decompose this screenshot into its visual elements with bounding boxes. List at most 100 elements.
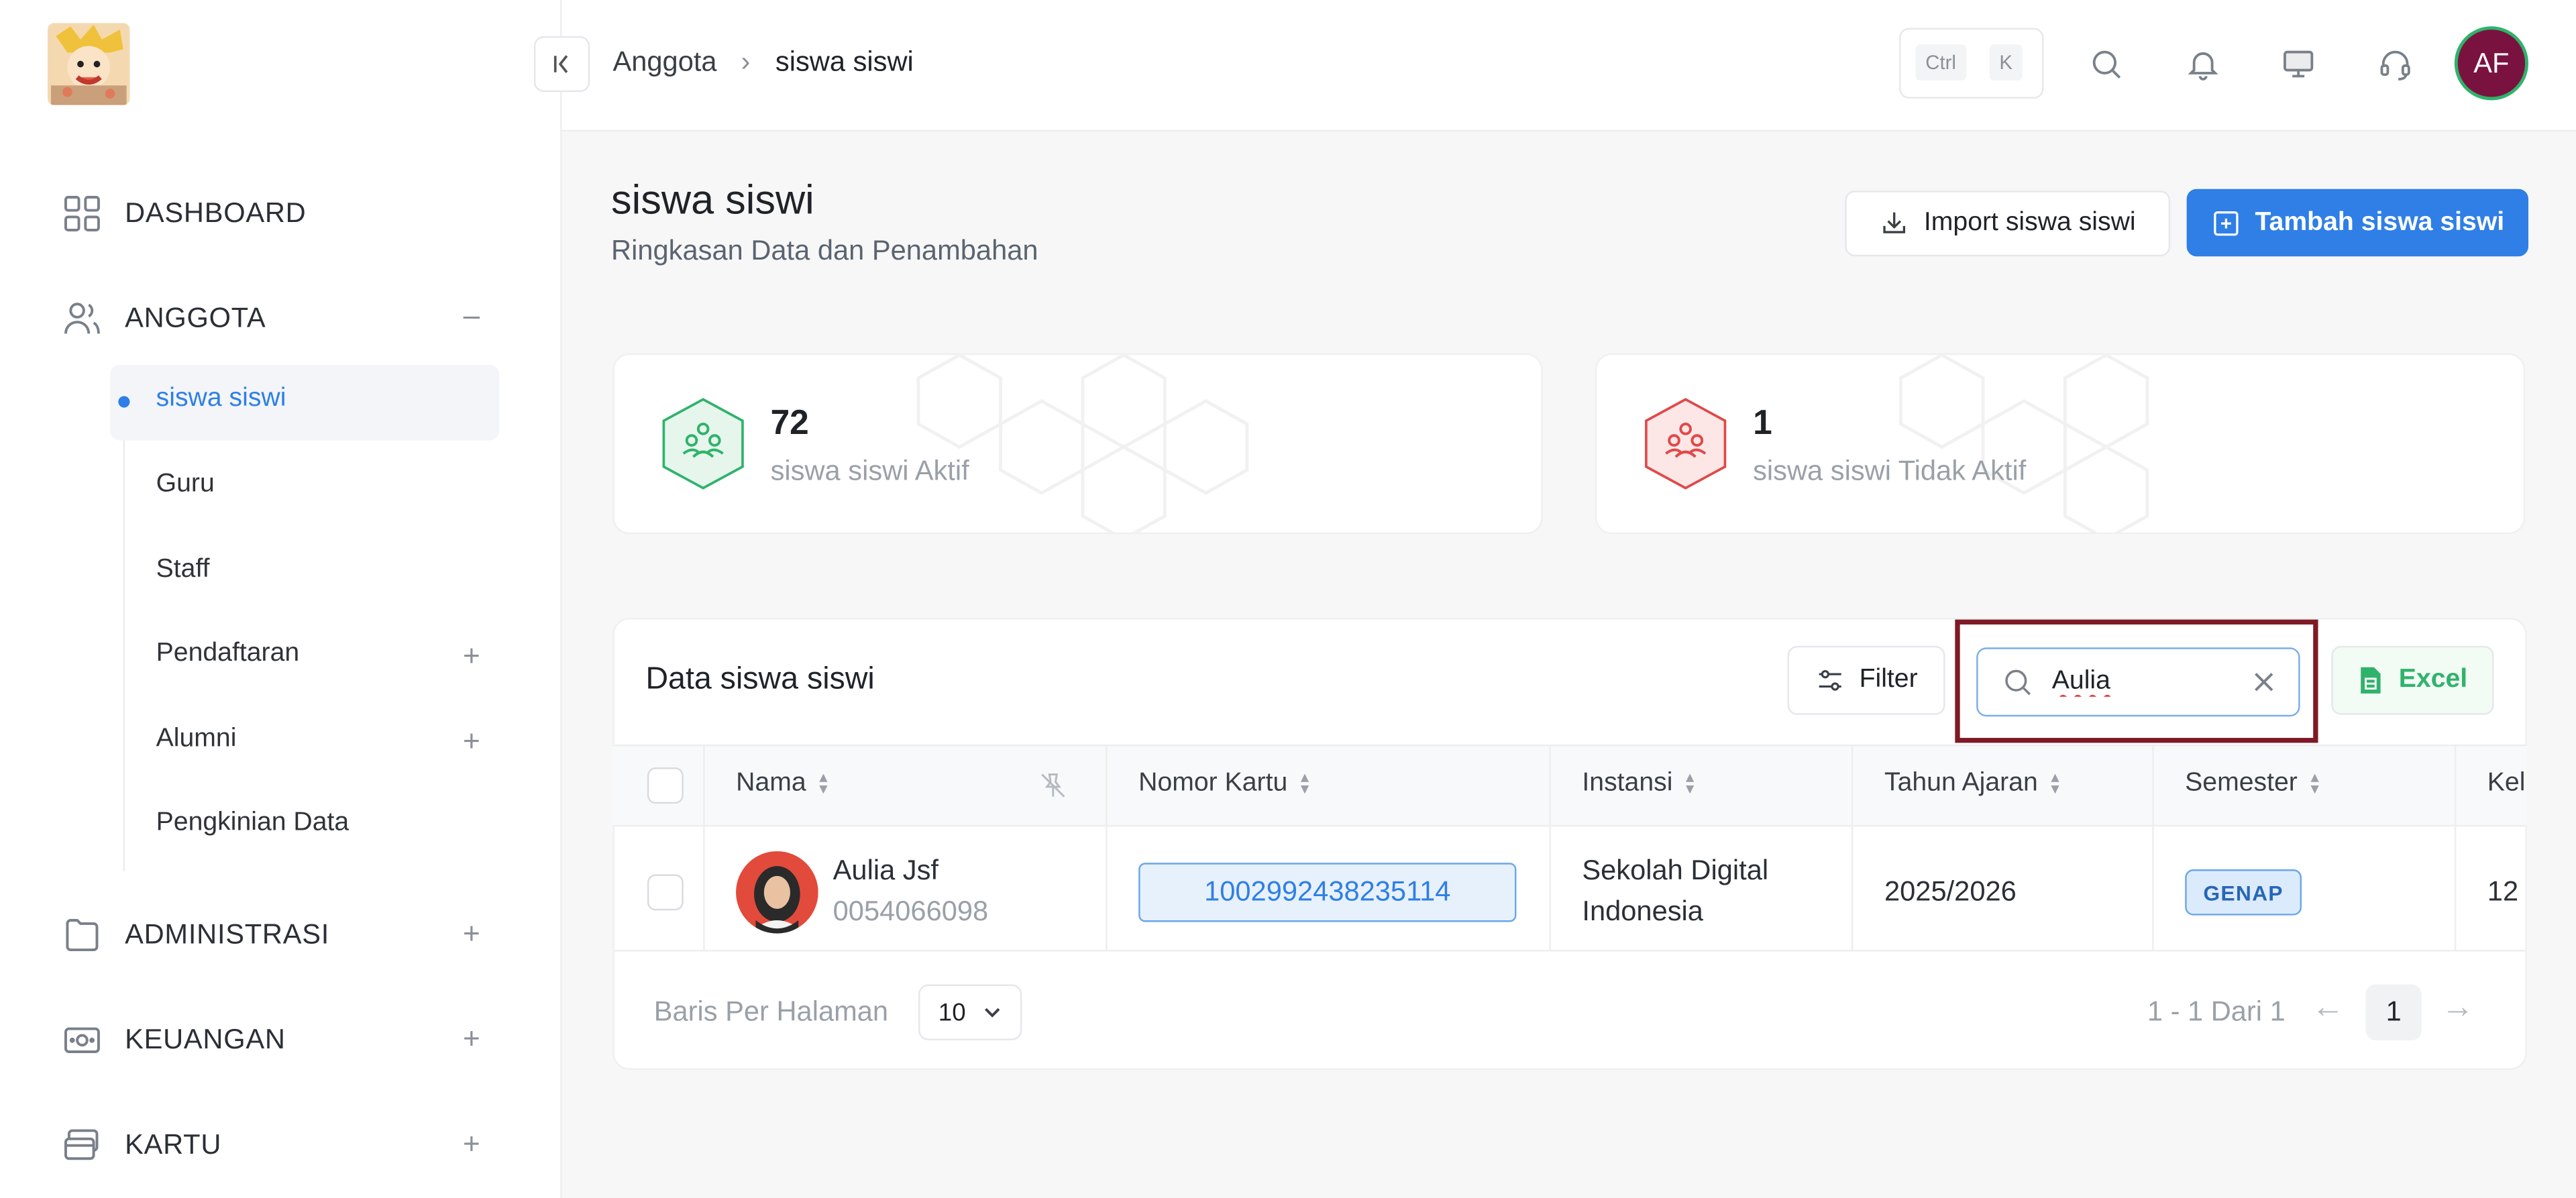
excel-button-label: Excel (2398, 665, 2468, 694)
page-number-current[interactable]: 1 (2365, 984, 2422, 1040)
expand-keuangan-toggle[interactable]: + (458, 1022, 484, 1056)
student-avatar (736, 851, 818, 934)
next-page-button[interactable]: → (2441, 989, 2474, 1027)
nav-keuangan[interactable]: KEUANGAN (62, 1020, 286, 1060)
instansi-line2: Indonesia (1582, 895, 1703, 927)
search-icon[interactable] (2085, 43, 2128, 86)
add-button-label: Tambah siswa siswi (2255, 207, 2505, 236)
column-header-instansi[interactable]: Instansi ▴ ▾ (1582, 769, 1694, 799)
sidebar-item-alumni[interactable]: Alumni (156, 724, 237, 754)
kbd-ctrl: Ctrl (1915, 44, 1966, 81)
user-avatar[interactable]: AF (2454, 26, 2529, 101)
card-icon (62, 1126, 102, 1165)
sidebar-item-guru[interactable]: Guru (156, 470, 215, 500)
collapse-anggota-toggle[interactable]: – (458, 299, 484, 333)
select-all-checkbox[interactable] (647, 767, 684, 804)
collapse-left-icon (553, 55, 568, 73)
collapse-sidebar-button[interactable] (533, 36, 590, 93)
stat-card-inactive (1595, 353, 2526, 535)
export-excel-button[interactable]: Excel (2331, 645, 2494, 715)
nav-anggota[interactable]: ANGGOTA (62, 299, 266, 339)
excel-file-icon (2361, 667, 2381, 694)
folder-icon (62, 916, 102, 955)
expand-alumni-toggle[interactable]: + (458, 724, 484, 759)
nav-keuangan-label: KEUANGAN (125, 1024, 286, 1055)
column-header-tahun-ajaran[interactable]: Tahun Ajaran ▴ ▾ (1884, 769, 2059, 799)
plus-square-icon (2213, 210, 2238, 235)
submenu-line (123, 364, 125, 871)
sidebar (0, 0, 562, 1198)
inactive-users-icon (1640, 396, 1731, 499)
table-title: Data siswa siswi (645, 662, 875, 697)
expand-pendaftaran-toggle[interactable]: + (458, 639, 484, 673)
column-header-nama[interactable]: Nama ▴ ▾ (736, 769, 827, 799)
breadcrumb-current: siswa siswi (775, 46, 914, 78)
student-name[interactable]: Aulia Jsf (833, 855, 938, 887)
active-count: 72 (770, 404, 809, 443)
monitor-icon[interactable] (2277, 43, 2320, 86)
semester-badge: GENAP (2185, 869, 2302, 916)
page-subtitle: Ringkasan Data dan Penambahan (611, 235, 1038, 266)
column-header-nama-label: Nama (736, 769, 806, 798)
headset-icon[interactable] (2374, 43, 2417, 86)
sidebar-item-staff[interactable]: Staff (156, 555, 210, 585)
users-icon (62, 299, 102, 339)
rows-per-page-label: Baris Per Halaman (653, 995, 889, 1028)
tahun-ajaran-value: 2025/2026 (1884, 875, 2017, 908)
app-logo[interactable] (48, 23, 130, 105)
unpin-icon[interactable] (1038, 771, 1068, 808)
sidebar-item-siswa-siswi-label[interactable]: siswa siswi (156, 384, 286, 414)
breadcrumb-separator: › (741, 46, 751, 78)
nav-anggota-label: ANGGOTA (125, 302, 266, 334)
expand-kartu-toggle[interactable]: + (458, 1128, 484, 1162)
nav-kartu[interactable]: KARTU (62, 1126, 221, 1165)
column-header-nomor-kartu-label: Nomor Kartu (1138, 769, 1288, 798)
column-header-nomor-kartu[interactable]: Nomor Kartu ▴ ▾ (1138, 769, 1309, 799)
prev-page-button[interactable]: ← (2312, 989, 2345, 1027)
column-header-instansi-label: Instansi (1582, 769, 1673, 798)
nav-dashboard[interactable]: DASHBOARD (62, 194, 306, 233)
add-button[interactable]: Tambah siswa siswi (2186, 188, 2529, 257)
expand-administrasi-toggle[interactable]: + (458, 917, 484, 951)
nav-dashboard-label: DASHBOARD (125, 197, 307, 229)
hexagon-pattern (916, 355, 1249, 533)
search-highlight-box (1955, 619, 2318, 743)
hexagon-pattern (1899, 355, 2149, 533)
active-dot-icon (118, 396, 130, 408)
filter-button-label: Filter (1859, 665, 1918, 694)
sidebar-item-pengkinian-data[interactable]: Pengkinian Data (156, 808, 350, 838)
nav-administrasi[interactable]: ADMINISTRASI (62, 916, 329, 955)
rows-per-page-select[interactable]: 10 (918, 984, 1022, 1040)
nav-administrasi-label: ADMINISTRASI (125, 918, 330, 950)
sort-icon: ▴ ▾ (1686, 769, 1695, 799)
sliders-icon (1818, 669, 1841, 691)
sort-icon: ▴ ▾ (2051, 769, 2059, 799)
row-checkbox[interactable] (647, 874, 684, 911)
sort-icon: ▴ ▾ (819, 769, 828, 799)
money-icon (62, 1020, 102, 1060)
bell-icon[interactable] (2182, 43, 2224, 86)
card-number-badge[interactable]: 1002992438235114 (1138, 863, 1517, 922)
page-title: siswa siswi (611, 177, 814, 224)
column-header-kelas-label: Kel (2487, 769, 2526, 798)
student-nis: 0054066098 (833, 895, 989, 927)
nav-kartu-label: KARTU (125, 1129, 222, 1160)
filter-button[interactable]: Filter (1787, 645, 1945, 715)
inactive-label: siswa siswi Tidak Aktif (1753, 455, 2027, 487)
import-button-label: Import siswa siswi (1923, 209, 2136, 237)
active-users-icon (657, 396, 749, 499)
kelas-value: 12 (2487, 875, 2519, 908)
active-label: siswa siswi Aktif (770, 455, 969, 487)
chevron-down-icon (984, 1008, 1000, 1018)
column-header-semester-label: Semester (2185, 769, 2298, 798)
sort-icon: ▴ ▾ (1300, 769, 1309, 799)
column-header-semester[interactable]: Semester ▴ ▾ (2185, 769, 2319, 799)
sidebar-item-pendaftaran[interactable]: Pendaftaran (156, 639, 300, 669)
import-button[interactable]: Import siswa siswi (1845, 190, 2171, 257)
sort-icon: ▴ ▾ (2310, 769, 2319, 799)
rows-per-page-value: 10 (938, 998, 966, 1027)
column-header-kelas[interactable]: Kel (2487, 769, 2526, 799)
instansi-line1: Sekolah Digital (1582, 855, 1769, 886)
pagination-range: 1 - 1 Dari 1 (2147, 995, 2286, 1028)
breadcrumb-parent[interactable]: Anggota (612, 46, 716, 79)
